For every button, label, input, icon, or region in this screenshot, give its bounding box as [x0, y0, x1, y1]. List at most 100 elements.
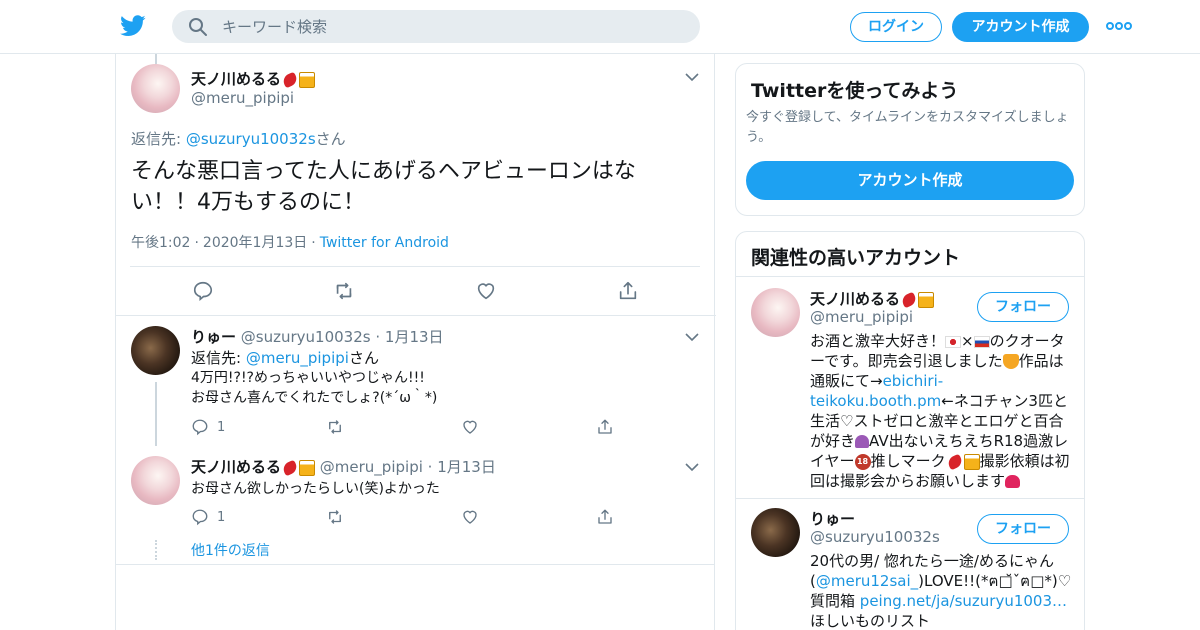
like-button[interactable]	[461, 506, 479, 528]
signup-card-button[interactable]: アカウント作成	[746, 161, 1074, 200]
reply-to-link[interactable]: @meru_pipipi	[246, 349, 349, 367]
author-name[interactable]: りゅー	[191, 328, 236, 346]
share-button[interactable]	[617, 280, 639, 302]
thread-line	[155, 382, 157, 446]
account-handle[interactable]: @suzuryu10032s	[810, 528, 940, 546]
search-input[interactable]	[222, 10, 682, 43]
signup-card-title: Twitterを使ってみよう	[751, 80, 959, 102]
tweet-text: 4万円!?!?めっちゃいいやつじゃん!!!	[191, 370, 425, 386]
account-name-row: 天ノ川めるる	[810, 288, 935, 309]
beer-mug-icon	[299, 459, 316, 476]
follow-button[interactable]: フォロー	[977, 292, 1069, 322]
russia-flag-icon	[973, 335, 990, 348]
avatar[interactable]	[131, 456, 180, 505]
retweet-icon	[329, 510, 341, 524]
divider	[116, 564, 714, 565]
reply-prefix: 返信先:	[131, 130, 182, 148]
share-icon	[598, 509, 612, 524]
account-item[interactable]: りゅー @suzuryu10032s フォロー 20代の男/ 惚れたら一途/める…	[736, 498, 1084, 630]
tweet-thread-column: 天ノ川めるる @meru_pipipi 返信先: @suzuryu10032sさ…	[115, 54, 716, 630]
reply-to-link[interactable]: @suzuryu10032s	[186, 130, 316, 148]
reply-button[interactable]: 1	[191, 506, 225, 528]
retweet-button[interactable]	[333, 280, 355, 302]
chili-pepper-icon	[281, 459, 299, 476]
author-handle[interactable]: @meru_pipipi	[191, 89, 294, 107]
bio-text: ほしいものリスト	[810, 612, 931, 630]
twitter-logo-icon[interactable]	[120, 14, 146, 38]
tweet-text: お母さん喜んでくれたでしょ?(*´ω｀*)	[191, 390, 438, 406]
reply-button[interactable]	[192, 280, 214, 302]
related-accounts-card: 関連性の高いアカウント 天ノ川めるる @meru_pipipi フォロー お酒と…	[735, 231, 1085, 630]
reply-icon	[193, 281, 213, 302]
reply-header: りゅー @suzuryu10032s · 1月13日	[191, 328, 444, 346]
chevron-down-icon[interactable]	[685, 72, 699, 82]
author-name[interactable]: 天ノ川めるる	[191, 458, 281, 476]
signup-button[interactable]: アカウント作成	[952, 12, 1089, 42]
reply-icon	[192, 419, 208, 436]
chevron-down-icon[interactable]	[685, 332, 699, 342]
beer-mug-icon	[963, 453, 980, 470]
beer-mug-icon	[918, 291, 935, 308]
reply-count: 1	[217, 509, 226, 525]
thread-dotted-line	[155, 540, 157, 560]
red-heart-icon	[1005, 475, 1021, 488]
like-button[interactable]	[461, 416, 479, 438]
reply-tweet[interactable]: 天ノ川めるる @meru_pipipi · 1月13日 お母さん欲しかったらしい…	[116, 446, 716, 536]
reply-context: 返信先: @meru_pipipiさん	[191, 348, 379, 368]
reply-prefix: 返信先:	[191, 349, 242, 367]
bio-text: お酒と激辛大好き！	[810, 332, 946, 350]
signup-card: Twitterを使ってみよう 今すぐ登録して、タイムラインをカスタマイズしましょ…	[735, 63, 1085, 216]
like-button[interactable]	[475, 280, 497, 302]
avatar[interactable]	[131, 326, 180, 375]
tweet-time[interactable]: 午後1:02	[131, 235, 190, 251]
tweet-author-name[interactable]: 天ノ川めるる	[191, 68, 316, 89]
avatar[interactable]	[131, 64, 180, 113]
account-name[interactable]: りゅー	[810, 508, 855, 529]
reply-suffix: さん	[315, 130, 346, 148]
chili-pepper-icon	[900, 291, 918, 308]
show-more-replies-link[interactable]: 他1件の返信	[191, 540, 270, 560]
beer-mug-icon	[299, 71, 316, 88]
reply-count: 1	[217, 419, 226, 435]
search-bar[interactable]	[172, 10, 700, 43]
signup-card-subtitle: 今すぐ登録して、タイムラインをカスタマイズしましょう。	[746, 110, 1069, 145]
reply-icon	[192, 509, 208, 526]
avatar[interactable]	[751, 288, 800, 337]
cat-face-icon	[1002, 354, 1019, 369]
tweet-source[interactable]: Twitter for Android	[320, 235, 449, 251]
author-handle[interactable]: @meru_pipipi	[320, 458, 423, 476]
account-name[interactable]: 天ノ川めるる	[810, 290, 900, 308]
reply-context: 返信先: @suzuryu10032sさん	[131, 128, 346, 149]
more-options-icon[interactable]	[1106, 19, 1132, 33]
share-button[interactable]	[596, 416, 614, 438]
reply-tweet[interactable]: りゅー @suzuryu10032s · 1月13日 返信先: @meru_pi…	[116, 316, 716, 446]
author-name[interactable]: 天ノ川めるる	[191, 70, 281, 88]
tweet-date[interactable]: 1月13日	[385, 328, 444, 346]
bio-mention-link[interactable]: @meru12sai_	[816, 572, 918, 590]
share-button[interactable]	[596, 506, 614, 528]
retweet-icon	[329, 420, 341, 434]
related-accounts-title: 関連性の高いアカウント	[751, 247, 961, 269]
reply-button[interactable]: 1	[191, 416, 225, 438]
bio-text: 推しマーク	[870, 452, 946, 470]
share-icon	[619, 281, 637, 300]
follow-button[interactable]: フォロー	[977, 514, 1069, 544]
chili-pepper-icon	[945, 453, 964, 470]
avatar[interactable]	[751, 508, 800, 557]
author-handle[interactable]: @suzuryu10032s	[241, 328, 371, 346]
chevron-down-icon[interactable]	[685, 462, 699, 472]
account-item[interactable]: 天ノ川めるる @meru_pipipi フォロー お酒と激辛大好き！ × のクオータ…	[736, 276, 1084, 498]
tweet-text: お母さん欲しかったらしい(笑)よかった	[191, 481, 440, 497]
retweet-button[interactable]	[326, 416, 344, 438]
tweet-actions	[116, 280, 716, 304]
login-button[interactable]: ログイン	[850, 12, 942, 42]
account-bio: 20代の男/ 惚れたら一途/めるにゃん(@meru12sai_)LOVE!!(*…	[810, 551, 1072, 630]
bio-link[interactable]: peing.net/ja/suzuryu1003…	[860, 592, 1067, 610]
tweet-date[interactable]: 1月13日	[437, 458, 496, 476]
tweet-meta: 午後1:02 · 2020年1月13日 · Twitter for Android	[131, 235, 449, 251]
tweet-date[interactable]: 2020年1月13日	[203, 235, 307, 251]
account-handle[interactable]: @meru_pipipi	[810, 308, 913, 326]
heart-icon	[463, 510, 477, 524]
top-bar: ログイン アカウント作成	[0, 0, 1200, 54]
retweet-button[interactable]	[326, 506, 344, 528]
